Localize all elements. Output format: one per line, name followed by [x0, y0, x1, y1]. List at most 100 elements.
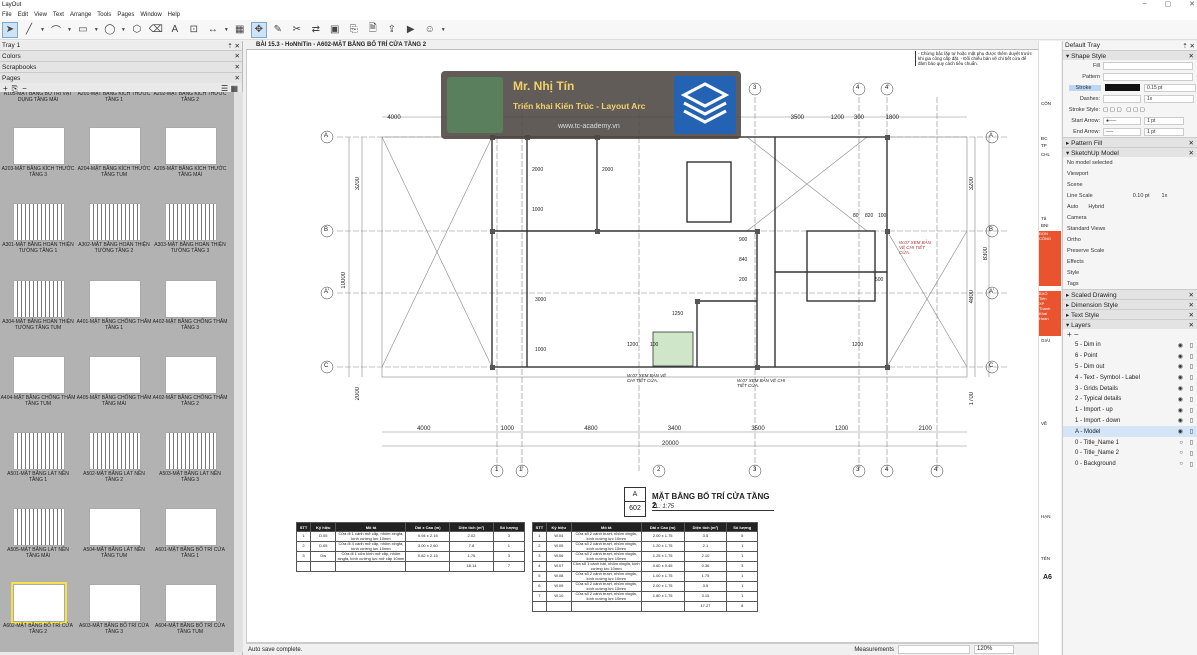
maximize-button[interactable]: ▢	[1165, 0, 1172, 8]
page-thumb[interactable]: A601-MẶT BẰNG BỐ TRÍ CỬA TẦNG 1	[152, 506, 228, 582]
lock-icon[interactable]: ▯	[1190, 342, 1193, 349]
menu-edit[interactable]: Edit	[18, 12, 28, 18]
page-thumb[interactable]: A303-MẶT BẰNG HOÀN THIỆN TƯỜNG TẦNG 3	[152, 201, 228, 277]
layer-row[interactable]: 0 - Title_Name 2 ○ ▯	[1063, 448, 1197, 459]
zoom-select[interactable]: 120%	[974, 645, 1014, 654]
page-thumb[interactable]: A205-MẶT BẰNG KÍCH THƯỚC TẦNG MÁI	[152, 125, 228, 201]
minimize-button[interactable]: –	[1143, 0, 1147, 8]
delete-layer-icon[interactable]: −	[1074, 330, 1079, 339]
lock-icon[interactable]: ▯	[1190, 407, 1193, 414]
close-button[interactable]: ✕	[1189, 0, 1195, 8]
stroke-color-swatch[interactable]	[1105, 84, 1140, 91]
start-arrow-size[interactable]: 1 pt	[1144, 116, 1184, 125]
menu-tools[interactable]: Tools	[97, 12, 111, 18]
eraser-icon[interactable]: ⌫	[148, 22, 164, 38]
dropdown-icon[interactable]: ▼	[40, 27, 45, 33]
colors-section[interactable]: Colors ✕	[0, 50, 242, 61]
join-icon[interactable]: ⇄	[308, 22, 324, 38]
layer-row[interactable]: 5 - Dim out ◉ ▯	[1063, 362, 1197, 373]
circle-tool-icon[interactable]: ◯	[102, 22, 118, 38]
layer-row[interactable]: 6 - Point ◉ ▯	[1063, 351, 1197, 362]
menu-file[interactable]: File	[2, 12, 12, 18]
presentation-icon[interactable]: ▶	[403, 22, 419, 38]
layer-row[interactable]: 0 - Background ○ ▯	[1063, 459, 1197, 470]
split-icon[interactable]: ✂	[289, 22, 305, 38]
add-page-icon[interactable]: ⎘	[346, 22, 362, 38]
dropdown-icon[interactable]: ▼	[441, 27, 446, 33]
lock-icon[interactable]: ▯	[1190, 450, 1193, 457]
close-icon[interactable]: ✕	[1189, 52, 1194, 60]
pin-icon[interactable]: ⇡ ✕	[1182, 42, 1195, 50]
visibility-icon[interactable]: ○	[1179, 461, 1183, 467]
lock-icon[interactable]: ▯	[1190, 374, 1193, 381]
page-thumb[interactable]: A402-MẶT BẰNG CHỐNG THẤM TẦNG 3	[152, 278, 228, 354]
close-icon[interactable]: ✕	[235, 63, 240, 71]
page-thumb[interactable]: A402-MẶT BẰNG CHỐNG THẤM TẦNG 2	[152, 354, 228, 430]
visibility-icon[interactable]: ◉	[1178, 342, 1183, 349]
dimension-style-section[interactable]: ▸ Dimension Style ✕	[1063, 299, 1197, 309]
visibility-icon[interactable]: ◉	[1178, 353, 1183, 360]
layer-row[interactable]: 5 - Dim in ◉ ▯	[1063, 340, 1197, 351]
dropdown-icon[interactable]: ▼	[121, 27, 126, 33]
menu-text[interactable]: Text	[53, 12, 64, 18]
polygon-tool-icon[interactable]: ⬡	[129, 22, 145, 38]
page-thumb[interactable]: A502-MẶT BẰNG LÁT NỀN TẦNG 2	[76, 430, 152, 506]
page-thumb[interactable]: A203-MẶT BẰNG KÍCH THƯỚC TẦNG 3	[0, 125, 76, 201]
visibility-icon[interactable]: ◉	[1178, 407, 1183, 414]
select-tool-icon[interactable]: ➤	[2, 21, 18, 38]
page-thumb[interactable]: A304-MẶT BẰNG HOÀN THIỆN TƯỜNG TẦNG TUM	[0, 278, 76, 354]
page-thumb[interactable]: A302-MẶT BẰNG HOÀN THIỆN TƯỜNG TẦNG 2	[76, 201, 152, 277]
label-tool-icon[interactable]: ⊡	[186, 22, 202, 38]
visibility-icon[interactable]: ◉	[1178, 396, 1183, 403]
lock-icon[interactable]: ▯	[1190, 363, 1193, 370]
page-thumb[interactable]: A504-MẶT BẰNG LÁT NỀN TẦNG TUM	[76, 506, 152, 582]
menu-window[interactable]: Window	[140, 12, 161, 18]
page-thumb[interactable]: A405-MẶT BẰNG CHỐNG THẤM TẦNG MÁI	[76, 354, 152, 430]
add-layer-icon[interactable]: +	[1067, 330, 1072, 339]
export-icon[interactable]: ⇪	[384, 22, 400, 38]
page-thumb-selected[interactable]: A602-MẶT BẰNG BỐ TRÍ CỬA TẦNG 2	[0, 582, 76, 652]
lock-icon[interactable]: ▯	[1190, 428, 1193, 435]
lock-icon[interactable]: ▯	[1190, 439, 1193, 446]
layer-row[interactable]: 0 - Title_Name 1 ○ ▯	[1063, 437, 1197, 448]
text-style-section[interactable]: ▸ Text Style ✕	[1063, 309, 1197, 319]
layer-row[interactable]: 3 - Grids Details ◉ ▯	[1063, 383, 1197, 394]
visibility-icon[interactable]: ◉	[1178, 417, 1183, 424]
lock-icon[interactable]: ▯	[1190, 461, 1193, 468]
close-icon[interactable]: ✕	[1189, 291, 1194, 299]
layer-row[interactable]: 1 - Import - up ◉ ▯	[1063, 405, 1197, 416]
dash-style-select[interactable]	[1103, 94, 1141, 103]
pin-icon[interactable]: ⇡ ✕	[227, 42, 240, 50]
lock-icon[interactable]: ▯	[1190, 353, 1193, 360]
stroke-toggle[interactable]: Stroke	[1069, 84, 1101, 91]
sample-tool-icon[interactable]: ✥	[250, 21, 267, 38]
visibility-icon[interactable]: ○	[1179, 440, 1183, 446]
visibility-icon[interactable]: ○	[1179, 450, 1183, 456]
close-icon[interactable]: ✕	[1189, 301, 1194, 309]
shape-style-section[interactable]: ▾ Shape Style ✕	[1063, 50, 1197, 60]
snapshot-icon[interactable]: ▣	[327, 22, 343, 38]
layer-row[interactable]: 2 - Typical details ◉ ▯	[1063, 394, 1197, 405]
visibility-icon[interactable]: ◉	[1178, 428, 1183, 435]
dimension-tool-icon[interactable]: ↔	[205, 22, 221, 38]
dropdown-icon[interactable]: ▼	[94, 27, 99, 33]
lock-icon[interactable]: ▯	[1190, 417, 1193, 424]
close-icon[interactable]: ✕	[235, 52, 240, 60]
stroke-width-field[interactable]: 0.15 pt	[1144, 83, 1196, 92]
end-arrow-size[interactable]: 1 pt	[1144, 127, 1184, 136]
table-tool-icon[interactable]: ▦	[232, 22, 248, 38]
visibility-icon[interactable]: ◉	[1178, 374, 1183, 381]
fill-swatch[interactable]	[1103, 61, 1193, 70]
page-thumb[interactable]: A204-MẶT BẰNG KÍCH THƯỚC TẦNG TUM	[76, 125, 152, 201]
visibility-icon[interactable]: ◉	[1178, 363, 1183, 370]
menu-view[interactable]: View	[34, 12, 47, 18]
page-thumb[interactable]: A503-MẶT BẰNG LÁT NỀN TẦNG 3	[152, 430, 228, 506]
page-thumb[interactable]: A301-MẶT BẰNG HOÀN THIỆN TƯỜNG TẦNG 1	[0, 201, 76, 277]
layer-row[interactable]: A - Model ◉ ▯	[1063, 426, 1197, 438]
layer-row[interactable]: 1 - Import - down ◉ ▯	[1063, 416, 1197, 427]
menu-help[interactable]: Help	[168, 12, 180, 18]
page-thumb[interactable]: A404-MẶT BẰNG CHỐNG THẤM TẦNG TUM	[0, 354, 76, 430]
dropdown-icon[interactable]: ▼	[224, 27, 229, 33]
scrapbooks-section[interactable]: Scrapbooks ✕	[0, 61, 242, 72]
document-icon[interactable]: 🗎	[365, 22, 381, 38]
